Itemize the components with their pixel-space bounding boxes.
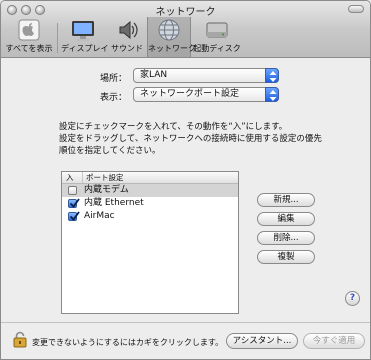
assistant-button[interactable]: アシスタント... [226,333,298,349]
toolbar: すべてを表示 ディスプレイ サウンド ネットワーク 起動ディスク [1,17,370,57]
lock-icon[interactable] [13,331,27,348]
checkmark-icon [69,211,80,221]
toolbar-network[interactable]: ネットワーク [147,17,196,57]
toolbar-label: 起動ディスク [193,44,241,53]
list-item[interactable]: 内蔵 Ethernet [62,197,238,210]
toolbar-sound[interactable]: サウンド [107,17,147,57]
popup-arrows-icon [265,87,279,102]
popup-arrows-icon [265,68,279,83]
enable-checkbox[interactable] [68,198,80,208]
instructions-line: 順位を指定してください。 [59,146,161,156]
edit-button[interactable]: 編集 [257,212,315,226]
instructions-line: 設定をドラッグして、ネットワークへの接続時に使用する設定の優先 [59,134,322,144]
footer-divider [1,322,370,323]
enable-checkbox[interactable] [68,211,80,221]
show-value: ネットワークポート設定 [140,89,240,99]
location-popup[interactable]: 家LAN [133,68,279,83]
disk-icon [206,22,228,38]
lock-message: 変更できないようにするにはカギをクリックします。 [32,338,224,347]
speaker-icon [119,20,138,40]
instructions-line: 設定にチェックマークを入れて、その動作を“入”にします。 [59,122,288,132]
column-header-port[interactable]: ポート設定 [82,172,124,183]
instructions-text: 設定にチェックマークを入れて、その動作を“入”にします。 設定をドラッグして、ネ… [59,121,359,157]
toolbar-separator [57,23,58,53]
display-icon [72,21,94,41]
show-popup[interactable]: ネットワークポート設定 [133,87,279,102]
list-item[interactable]: 内蔵モデム [62,184,238,197]
apply-now-button[interactable]: 今すぐ適用 [303,333,365,349]
enable-checkbox[interactable] [68,186,77,195]
preferences-window: ネットワーク すべてを表示 ディスプレイ サウンド ネットワーク 起動ディスク … [0,0,371,360]
column-header-on[interactable]: 入 [66,172,74,183]
show-label: 表示： [99,93,127,103]
toolbar-toggle-button[interactable] [348,5,364,13]
location-value: 家LAN [140,70,168,80]
list-item[interactable]: AirMac [62,210,238,223]
network-globe-icon [158,19,180,41]
checkmark-icon [69,198,80,208]
location-label: 場所： [99,74,127,84]
window-title: ネットワーク [155,7,216,18]
port-name: 内蔵モデム [84,185,129,195]
new-button[interactable]: 新規... [257,193,315,207]
list-header: 入 ポート設定 [62,172,238,184]
toolbar-displays[interactable]: ディスプレイ [61,17,109,57]
delete-button[interactable]: 削除... [257,231,315,245]
port-name: 内蔵 Ethernet [84,198,144,208]
help-button[interactable]: ? [345,291,360,306]
window-chrome: ネットワーク すべてを表示 ディスプレイ サウンド ネットワーク 起動ディスク [1,1,370,58]
toolbar-label: サウンド [111,44,143,53]
toolbar-label: ネットワーク [148,44,196,53]
toolbar-label: ディスプレイ [61,44,109,53]
duplicate-button[interactable]: 複製 [257,250,315,264]
toolbar-show-all[interactable]: すべてを表示 [3,17,55,57]
apple-grid-icon [18,19,40,41]
toolbar-startup-disk[interactable]: 起動ディスク [193,17,241,57]
toolbar-label: すべてを表示 [5,44,53,53]
port-config-list[interactable]: 入 ポート設定 内蔵モデム 内蔵 Ethernet AirMac [61,171,239,314]
port-name: AirMac [84,211,115,221]
